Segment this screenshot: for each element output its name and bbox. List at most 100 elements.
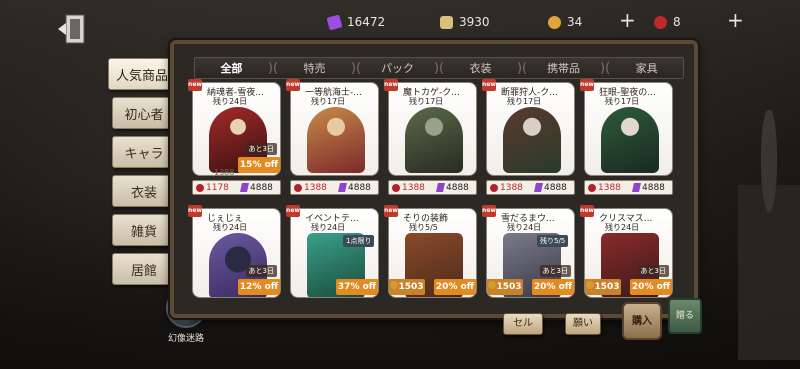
tab-sale[interactable]: 特売	[278, 60, 351, 76]
currency-value: 16472	[347, 15, 386, 29]
card-remain: 残り24日	[507, 223, 542, 232]
shop-card[interactable]: 狂眼-聖夜の... 残り17日 new 1388 4888	[580, 79, 673, 202]
tab-accessory[interactable]: 携帯品	[527, 60, 600, 76]
red-orb-icon	[294, 183, 302, 192]
card-remain: 残り17日	[409, 97, 444, 106]
new-badge: new	[188, 205, 202, 217]
purple-crystal-icon	[338, 183, 347, 192]
illusion-maze-label: 幻像迷路	[167, 334, 204, 344]
time-badge: あと3日	[539, 265, 571, 277]
card-remain: 残り17日	[605, 97, 640, 106]
limit-badge: 残り5/5	[537, 235, 569, 247]
tab-separator: )(	[516, 60, 528, 76]
purple-crystal-icon	[436, 183, 445, 192]
price-tag: 1503	[389, 279, 425, 295]
new-badge: new	[482, 79, 496, 91]
back-button[interactable]	[56, 12, 90, 46]
price-gold: 1503	[496, 282, 522, 292]
card-remain: 残り24日	[311, 223, 346, 232]
currency-value: 3930	[459, 15, 490, 29]
tab-all[interactable]: 全部	[195, 60, 268, 76]
new-badge: new	[580, 79, 594, 91]
price-red: 1178	[206, 182, 229, 193]
nav-residence[interactable]: 居館	[112, 253, 176, 285]
card-art: イベントテ... 残り24日 1点限り 37% off	[290, 208, 379, 298]
red-orb-icon	[588, 183, 596, 192]
tab-pack[interactable]: パック	[361, 60, 434, 76]
add-red-button[interactable]: +	[727, 10, 744, 30]
red-orb-icon	[490, 183, 498, 192]
original-price: 1388	[214, 168, 235, 177]
nav-costume[interactable]: 衣装	[112, 175, 176, 207]
price-row: 1388 4888	[584, 180, 673, 195]
category-nav: 人気商品 初心者 キャラ 衣装 雑貨 居館	[108, 58, 176, 292]
price-row: 1388 4888	[486, 180, 575, 195]
sell-button[interactable]: セル	[503, 313, 543, 335]
card-remain: 残り24日	[605, 223, 640, 232]
shop-card[interactable]: そりの装飾 残り5/5 20% off 1503 new	[384, 205, 477, 302]
filter-tabs: 全部 )( 特売 )( パック )( 衣装 )( 携帯品 )( 家具	[194, 57, 684, 79]
shop-card[interactable]: クリスマス... 残り24日 あと3日 20% off 1503 new	[580, 205, 673, 302]
wish-button[interactable]: 願い	[565, 313, 601, 335]
price-crystal: 4888	[446, 182, 469, 193]
purple-crystal-icon	[534, 183, 543, 192]
tab-separator: )(	[267, 60, 279, 76]
price-tag: 1503	[487, 279, 523, 295]
price-crystal: 4888	[642, 182, 665, 193]
time-badge: あと3日	[637, 265, 669, 277]
price-row: 1178 4888	[192, 180, 281, 195]
limit-badge: 1点限り	[343, 235, 375, 247]
new-badge: new	[286, 79, 300, 91]
card-art: そりの装飾 残り5/5 20% off 1503	[388, 208, 477, 298]
shop-card[interactable]: 一等航海士-... 残り17日 new 1388 4888	[286, 79, 379, 202]
card-remain: 残り17日	[311, 97, 346, 106]
time-badge: あと3日	[245, 265, 277, 277]
nav-beginner[interactable]: 初心者	[112, 97, 176, 129]
price-crystal: 4888	[348, 182, 371, 193]
nav-goods[interactable]: 雑貨	[112, 214, 176, 246]
shop-card[interactable]: 納魂者-雪夜... 残り24日 あと3日 15% off new 1388 11…	[188, 79, 281, 202]
purple-crystal-icon	[326, 14, 343, 30]
new-badge: new	[482, 205, 496, 217]
price-red: 1388	[304, 182, 327, 193]
card-remain: 残り24日	[213, 223, 248, 232]
card-art: 雪だるまウ... 残り24日 残り5/5 あと3日 20% off 1503	[486, 208, 575, 298]
price-red: 1388	[500, 182, 523, 193]
price-row: 1388 4888	[290, 180, 379, 195]
card-art: 魔トカゲ-ク... 残り17日	[388, 82, 477, 176]
price-red: 1388	[402, 182, 425, 193]
card-remain: 残り17日	[507, 97, 542, 106]
time-badge: あと3日	[245, 143, 277, 155]
currency-crystal: 16472	[326, 8, 386, 36]
price-crystal: 4888	[544, 182, 567, 193]
discount-badge: 20% off	[434, 279, 476, 295]
currency-red: 8	[654, 8, 681, 36]
background-doll	[738, 110, 800, 360]
red-orb-icon	[392, 183, 400, 192]
discount-badge: 20% off	[532, 279, 574, 295]
shop-card[interactable]: 雪だるまウ... 残り24日 残り5/5 あと3日 20% off 1503 n…	[482, 205, 575, 302]
shop-card[interactable]: じぇじぇ 残り24日 あと3日 12% off new	[188, 205, 281, 302]
purple-crystal-icon	[240, 183, 249, 192]
tab-separator: )(	[600, 60, 611, 76]
add-gold-button[interactable]: +	[619, 10, 636, 30]
nav-character[interactable]: キャラ	[112, 136, 176, 168]
shop-card[interactable]: 断罪狩人-ク... 残り17日 new 1388 4888	[482, 79, 575, 202]
card-art: 一等航海士-... 残り17日	[290, 82, 379, 176]
red-orb-icon	[654, 15, 667, 29]
discount-badge: 20% off	[630, 279, 672, 295]
price-crystal: 4888	[250, 182, 273, 193]
price-red: 1388	[598, 182, 621, 193]
tab-furniture[interactable]: 家具	[610, 60, 683, 76]
shop-card[interactable]: イベントテ... 残り24日 1点限り 37% off new	[286, 205, 379, 302]
nav-popular[interactable]: 人気商品	[108, 58, 176, 90]
discount-badge: 12% off	[238, 279, 280, 295]
price-gold: 1503	[594, 282, 620, 292]
new-badge: new	[580, 205, 594, 217]
shop-card[interactable]: 魔トカゲ-ク... 残り17日 new 1388 4888	[384, 79, 477, 202]
tab-costume[interactable]: 衣装	[444, 60, 517, 76]
new-badge: new	[188, 79, 202, 91]
new-badge: new	[384, 79, 398, 91]
gift-button[interactable]: 贈る	[668, 298, 702, 334]
cart-button[interactable]: 購入	[622, 302, 662, 340]
